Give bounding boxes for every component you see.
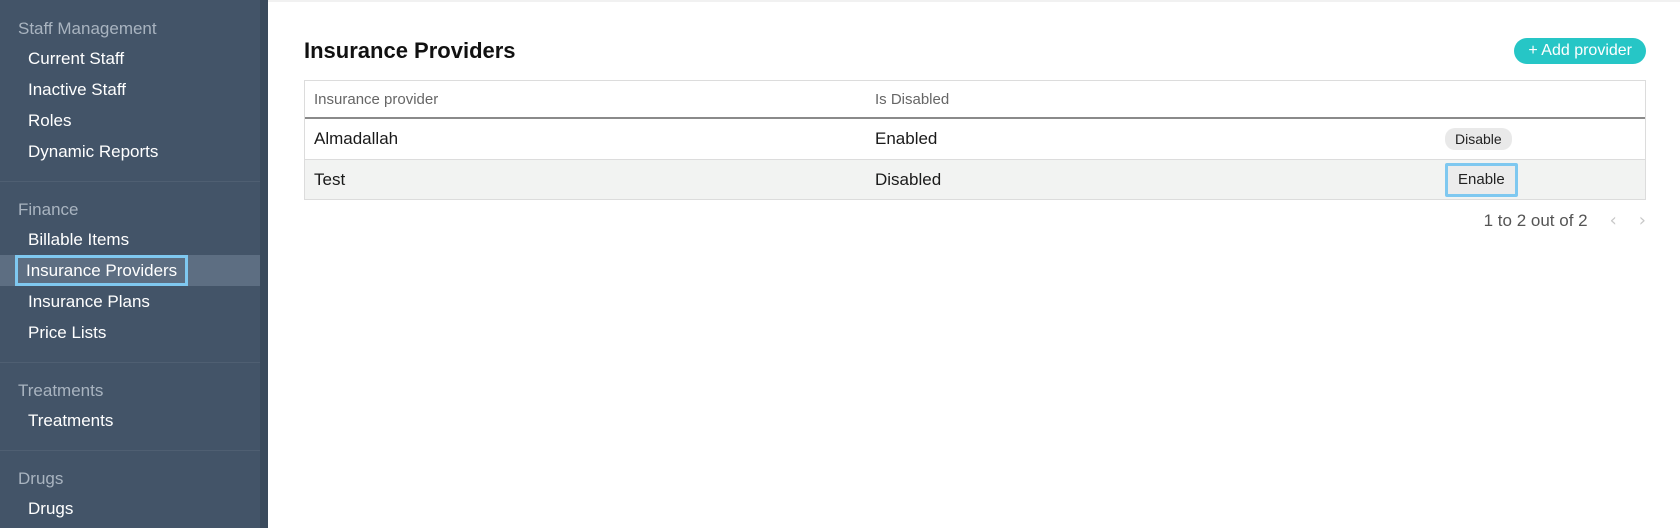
section-title: Drugs [18,469,64,488]
nav-label: Drugs [28,499,74,518]
nav-label: Current Staff [28,49,125,68]
sidebar-item-treatments[interactable]: Treatments [0,405,260,436]
sidebar-item-drugs[interactable]: Drugs [0,493,260,524]
chevron-right-icon[interactable]: › [1639,210,1646,231]
row-actions: Disable [1445,128,1645,150]
app: Staff Management Current Staff Inactive … [0,0,1680,528]
provider-name: Test [314,169,346,189]
sidebar-item-inactive-staff[interactable]: Inactive Staff [0,74,260,105]
chevron-left-icon[interactable]: ‹ [1610,210,1617,231]
sidebar-item-billable-items[interactable]: Billable Items [0,224,260,255]
sidebar-item-price-lists[interactable]: Price Lists [0,317,260,348]
sidebar-section-staff: Staff Management Current Staff Inactive … [0,15,260,181]
nav-label: Insurance Plans [28,292,150,311]
column-header-provider[interactable]: Insurance provider [305,91,875,108]
pagination-summary: 1 to 2 out of 2 [1483,210,1588,230]
column-header-is-disabled[interactable]: Is Disabled [875,91,1445,108]
sidebar-item-current-staff[interactable]: Current Staff [0,43,260,74]
disable-button[interactable]: Disable [1445,128,1512,150]
sidebar-section-finance: Finance Billable Items Insurance Provide… [0,181,260,362]
add-provider-button[interactable]: + Add provider [1514,38,1646,64]
nav-label: Billable Items [28,230,130,249]
sidebar-section-drugs: Drugs Drugs [0,450,260,528]
section-title: Treatments [18,381,104,400]
provider-status: Enabled [875,129,938,148]
pagination: 1 to 2 out of 2 ‹ › [1484,210,1646,231]
main-content: Insurance Providers + Add provider Insur… [268,0,1680,528]
section-title: Finance [18,200,79,219]
sidebar-item-roles[interactable]: Roles [0,105,260,136]
nav-label: Price Lists [28,323,107,342]
provider-status: Disabled [875,169,942,189]
page-title: Insurance Providers [304,38,516,63]
enable-button[interactable]: Enable [1445,162,1518,197]
nav-label: Dynamic Reports [28,142,159,161]
nav-label: Treatments [28,411,114,430]
nav-label: Insurance Providers [15,255,189,286]
table-row: Test Disabled Enable [305,159,1645,199]
table-row: Almadallah Enabled Disable [305,119,1645,159]
sidebar-item-dynamic-reports[interactable]: Dynamic Reports [0,136,260,167]
nav-label: Inactive Staff [28,80,126,99]
provider-name: Almadallah [314,129,399,148]
sidebar-item-insurance-plans[interactable]: Insurance Plans [0,286,260,317]
row-actions: Enable [1445,162,1645,197]
sidebar: Staff Management Current Staff Inactive … [0,0,268,528]
sidebar-section-treatments: Treatments Treatments [0,362,260,450]
nav-label: Roles [28,111,72,130]
table-header: Insurance provider Is Disabled [305,81,1645,119]
section-title: Staff Management [18,19,157,38]
sidebar-item-insurance-providers[interactable]: Insurance Providers [0,255,260,286]
providers-table: Insurance provider Is Disabled Almadalla… [304,80,1646,200]
